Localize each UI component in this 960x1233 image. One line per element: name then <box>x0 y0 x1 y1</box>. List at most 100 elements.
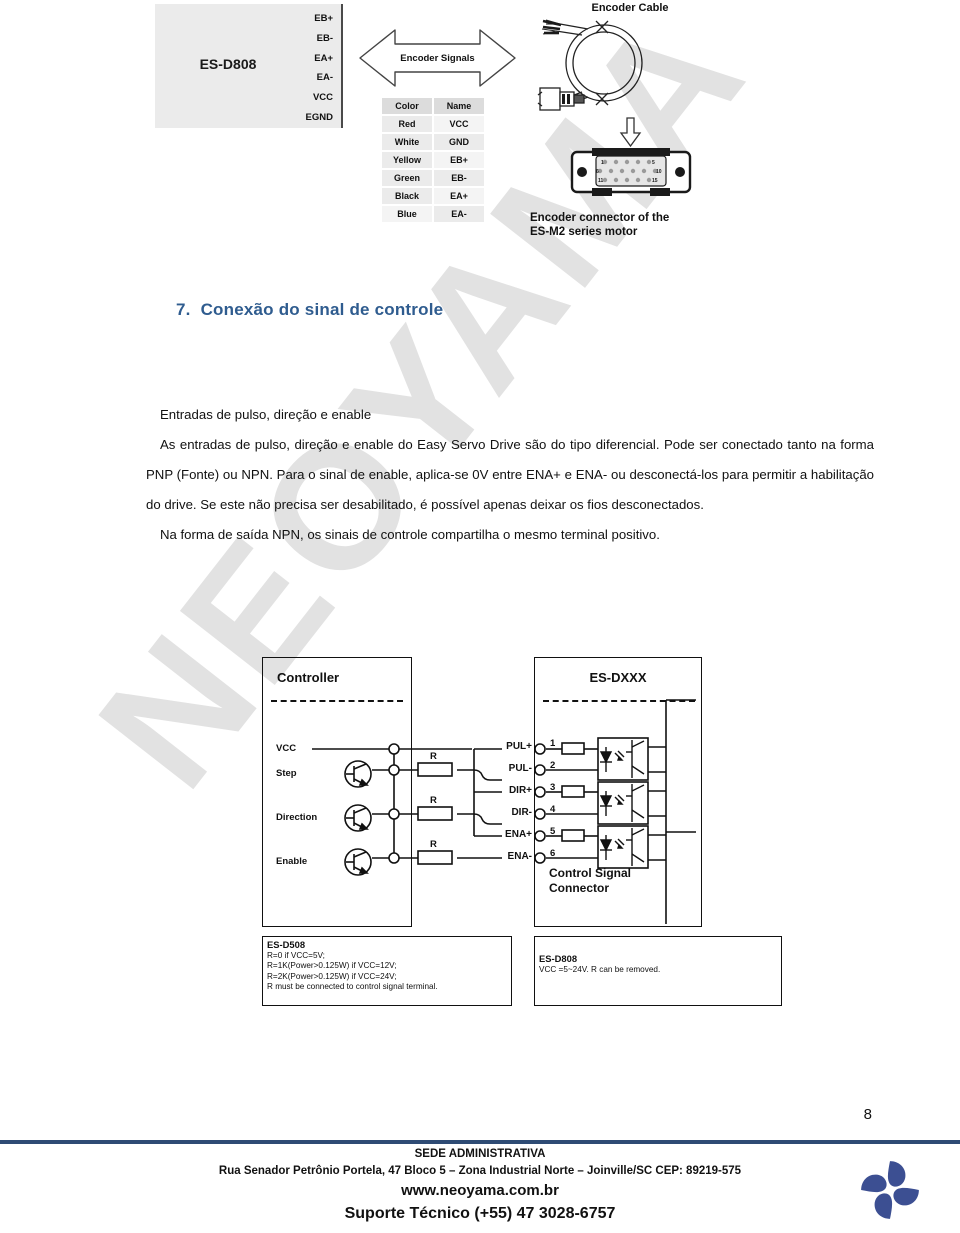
controller-block: Controller <box>262 657 412 927</box>
drive-pin-rail <box>341 4 343 128</box>
svg-text:6: 6 <box>596 169 599 175</box>
encoder-cable-illustration: Encoder Cable 1 5 6 10 11 15 Encoder con… <box>530 0 715 245</box>
controller-signal-label: Step <box>276 768 297 779</box>
column-header-color: Color <box>382 98 432 114</box>
footer-line-1: SEDE ADMINISTRATIVA <box>414 1148 546 1160</box>
drive-block: ES-DXXX Control Signal Connector <box>534 657 702 927</box>
drive-pin: VCC <box>312 92 333 104</box>
section-number: 7. <box>176 300 191 319</box>
note-line: R=1K(Power>0.125W) if VCC=12V; <box>267 961 397 971</box>
note-es-d508: ES-D508 R=0 if VCC=5V; R=1K(Power>0.125W… <box>262 936 512 1006</box>
connector-caption-line2: ES-M2 series motor <box>530 226 638 238</box>
double-arrow-icon: Encoder Signals <box>355 24 520 92</box>
terminal-label: ENA+ <box>505 829 532 840</box>
cell-color: White <box>382 134 432 150</box>
controller-title: Controller <box>277 670 340 685</box>
table-row: Red VCC <box>382 116 484 132</box>
footer-rule <box>0 1140 960 1144</box>
resistor-label: R <box>430 795 437 806</box>
cell-color: Red <box>382 116 432 132</box>
section-title: Conexão do sinal de controle <box>200 300 444 319</box>
pin-number: 4 <box>550 804 556 815</box>
drive-pin-list: EB+ EB- EA+ EA- VCC EGND <box>287 9 339 128</box>
encoder-connector-caption: Encoder connector of the ES-M2 series mo… <box>530 211 715 239</box>
cable-and-connector-icon: 1 5 6 10 11 15 <box>537 19 692 196</box>
encoder-cable-caption: Encoder Cable <box>591 2 669 14</box>
cell-name: EB- <box>434 170 484 186</box>
connector-caption-line1: Control Signal <box>549 866 631 880</box>
table-row: Blue EA- <box>382 206 484 222</box>
cell-color: Green <box>382 170 432 186</box>
note-title: ES-D808 <box>539 953 578 964</box>
svg-text:10: 10 <box>656 169 662 175</box>
drive-pin: EB- <box>316 32 333 44</box>
encoder-wire-color-table: Color Name Red VCC White GND Yellow EB+ … <box>380 96 490 224</box>
note-title: ES-D508 <box>267 939 306 950</box>
footer-line-2: Rua Senador Petrônio Portela, 47 Bloco 5… <box>218 1165 742 1177</box>
controller-signal-label: Enable <box>276 856 308 867</box>
table-row: White GND <box>382 134 484 150</box>
connector-caption-line1: Encoder connector of the <box>530 212 670 224</box>
controller-divider <box>271 700 403 702</box>
table-header-row: Color Name <box>382 98 484 114</box>
lead-paragraph: Entradas de pulso, direção e enable <box>160 407 372 422</box>
cell-name: VCC <box>434 116 484 132</box>
note-line: R=2K(Power>0.125W) if VCC=24V; <box>267 971 397 981</box>
cell-name: EA+ <box>434 188 484 204</box>
double-arrow-label: Encoder Signals <box>400 52 475 64</box>
document-page: ES-D808 EB+ EB- EA+ EA- VCC EGND Encoder… <box>0 0 960 1229</box>
cell-color: Blue <box>382 206 432 222</box>
terminal-label: DIR+ <box>508 785 532 796</box>
svg-text:11: 11 <box>598 178 604 184</box>
cell-color: Yellow <box>382 152 432 168</box>
pin-number: 1 <box>550 738 556 749</box>
table-row: Green EB- <box>382 170 484 186</box>
pin-number: 6 <box>550 848 556 859</box>
control-signal-connector-caption: Control Signal Connector <box>549 866 631 896</box>
cell-name: EA- <box>434 206 484 222</box>
page-number: 8 <box>863 1106 872 1123</box>
encoder-connection-figure: ES-D808 EB+ EB- EA+ EA- VCC EGND Encoder… <box>155 0 715 245</box>
controller-signal-label: VCC <box>276 743 297 754</box>
footer-support-phone: Suporte Técnico (+55) 47 3028-6757 <box>344 1205 616 1222</box>
drive-pin: EGND <box>305 111 333 123</box>
control-signal-wiring-figure: Controller ES-DXXX Control Signal Connec… <box>262 652 782 1014</box>
note-line: R must be connected to control signal te… <box>267 981 438 991</box>
cell-name: EB+ <box>434 152 484 168</box>
paragraph-2: Na forma de saída NPN, os sinais de cont… <box>160 527 660 542</box>
drive-pin: EB+ <box>314 13 333 24</box>
cell-name: GND <box>434 134 484 150</box>
pin-number: 3 <box>550 782 556 793</box>
neoyama-logo-icon <box>848 1152 932 1228</box>
drive-pin: EA+ <box>314 52 333 64</box>
svg-text:1: 1 <box>601 160 604 166</box>
svg-text:15: 15 <box>652 178 658 184</box>
controller-signal-label: Direction <box>276 812 318 823</box>
table-row: Black EA+ <box>382 188 484 204</box>
paragraph-1: As entradas de pulso, direção e enable d… <box>146 437 874 512</box>
terminal-label: PUL- <box>508 763 532 774</box>
connector-caption-line2: Connector <box>549 881 609 895</box>
drive-pin: EA- <box>316 72 333 84</box>
drive-divider <box>543 700 695 702</box>
page-title: 7. Conexão do sinal de controle <box>176 300 443 320</box>
page-footer: SEDE ADMINISTRATIVA Rua Senador Petrônio… <box>0 1146 960 1226</box>
drive-module-box: ES-D808 EB+ EB- EA+ EA- VCC EGND <box>155 4 343 128</box>
footer-website[interactable]: www.neoyama.com.br <box>0 1180 960 1202</box>
terminal-label: ENA- <box>507 851 532 862</box>
pin-number: 5 <box>550 826 556 837</box>
terminal-label: PUL+ <box>506 741 532 752</box>
note-line: VCC =5~24V. R can be removed. <box>539 965 661 975</box>
terminal-label: DIR- <box>511 807 532 818</box>
note-es-d808: ES-D808 VCC =5~24V. R can be removed. <box>534 936 782 1006</box>
drive-module-label: ES-D808 <box>199 56 257 72</box>
pin-number: 2 <box>550 760 556 771</box>
resistor-label: R <box>430 839 437 850</box>
resistor-label: R <box>430 751 437 762</box>
svg-text:5: 5 <box>652 160 655 166</box>
cell-color: Black <box>382 188 432 204</box>
table-row: Yellow EB+ <box>382 152 484 168</box>
body-copy: Entradas de pulso, direção e enable As e… <box>146 400 874 550</box>
note-line: R=0 if VCC=5V; <box>267 951 325 961</box>
column-header-name: Name <box>434 98 484 114</box>
